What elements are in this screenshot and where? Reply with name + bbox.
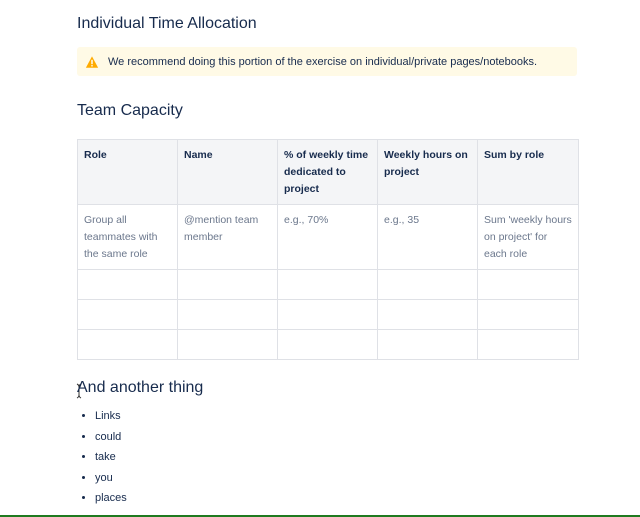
table-cell[interactable] (477, 269, 579, 300)
table-cell[interactable]: e.g., 70% (277, 204, 378, 270)
list-item[interactable]: could (95, 427, 127, 448)
table-cell[interactable] (277, 269, 378, 300)
table-cell[interactable]: Sum 'weekly hours on project' for each r… (477, 204, 579, 270)
table-cell[interactable] (77, 269, 178, 300)
bullet-list: Links could take you places (77, 406, 127, 509)
table-header-cell[interactable]: Weekly hours on project (377, 139, 478, 205)
page: Individual Time Allocation We recommend … (0, 0, 640, 517)
table-header-cell[interactable]: % of weekly time dedicated to project (277, 139, 378, 205)
table-cell[interactable] (377, 269, 478, 300)
table-header-cell[interactable]: Role (77, 139, 178, 205)
table-cell[interactable] (277, 329, 378, 360)
table-cell[interactable] (377, 299, 478, 330)
table-cell[interactable]: Group all teammates with the same role (77, 204, 178, 270)
table-cell[interactable] (177, 329, 278, 360)
warning-panel: We recommend doing this portion of the e… (77, 47, 577, 76)
table-row (77, 269, 579, 300)
table-header-row: Role Name % of weekly time dedicated to … (77, 139, 579, 205)
table-row (77, 299, 579, 330)
table-cell[interactable] (277, 299, 378, 330)
table-header-cell[interactable]: Sum by role (477, 139, 579, 205)
table-cell[interactable] (77, 329, 178, 360)
table-cell[interactable] (77, 299, 178, 330)
table-row (77, 329, 579, 360)
table-cell[interactable]: e.g., 35 (377, 204, 478, 270)
heading-team-capacity: Team Capacity (77, 102, 183, 119)
warning-panel-text: We recommend doing this portion of the e… (108, 55, 538, 68)
warning-icon (85, 55, 99, 68)
table-cell[interactable] (477, 299, 579, 330)
list-item[interactable]: places (95, 488, 127, 509)
table-header-cell[interactable]: Name (177, 139, 278, 205)
heading-and-another-thing: And another thing (77, 379, 204, 396)
table-cell[interactable] (477, 329, 579, 360)
team-capacity-table: Role Name % of weekly time dedicated to … (77, 139, 579, 360)
table-cell[interactable]: @mention team member (177, 204, 278, 270)
table-row: Group all teammates with the same role @… (77, 204, 579, 270)
heading-individual-time-allocation: Individual Time Allocation (77, 15, 257, 32)
list-item[interactable]: take (95, 447, 127, 468)
list-item[interactable]: you (95, 468, 127, 489)
table-cell[interactable] (177, 269, 278, 300)
table-cell[interactable] (377, 329, 478, 360)
table-cell[interactable] (177, 299, 278, 330)
list-item[interactable]: Links (95, 406, 127, 427)
